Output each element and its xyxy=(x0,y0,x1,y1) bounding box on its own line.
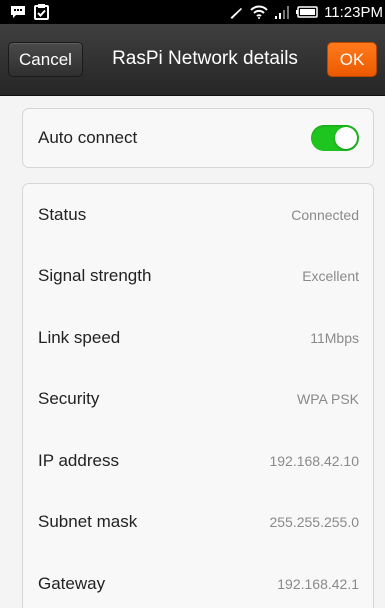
detail-label: IP address xyxy=(38,450,119,470)
chat-bubble-icon xyxy=(10,5,26,19)
action-bar: Cancel RasPi Network details OK xyxy=(0,24,385,96)
detail-label: Gateway xyxy=(38,573,106,593)
battery-icon xyxy=(296,6,318,18)
status-bar-right: 11:23PM xyxy=(228,4,383,21)
ok-button[interactable]: OK xyxy=(327,42,377,77)
detail-row-signal-strength: Signal strength Excellent xyxy=(23,246,373,308)
auto-connect-label: Auto connect xyxy=(38,128,138,147)
toggle-knob xyxy=(335,127,357,149)
auto-connect-toggle[interactable] xyxy=(311,125,359,151)
detail-row-ip-address: IP address 192.168.42.10 xyxy=(23,430,373,492)
detail-value: 192.168.42.10 xyxy=(269,452,359,469)
auto-connect-card: Auto connect xyxy=(22,108,374,168)
detail-value: Connected xyxy=(291,206,359,223)
detail-row-gateway: Gateway 192.168.42.1 xyxy=(23,553,373,608)
cell-signal-icon xyxy=(274,5,290,19)
detail-row-subnet-mask: Subnet mask 255.255.255.0 xyxy=(23,492,373,554)
wifi-icon xyxy=(250,5,268,19)
detail-row-status: Status Connected xyxy=(23,184,373,246)
clipboard-check-icon xyxy=(34,4,49,20)
detail-value: WPA PSK xyxy=(297,391,359,408)
clock-time: 11:23PM xyxy=(324,3,383,21)
detail-row-security: Security WPA PSK xyxy=(23,369,373,431)
detail-value: Excellent xyxy=(302,268,359,285)
cancel-button[interactable]: Cancel xyxy=(8,42,83,77)
auto-connect-row[interactable]: Auto connect xyxy=(23,109,373,167)
status-bar-left xyxy=(10,4,49,20)
detail-label: Status xyxy=(38,204,87,224)
no-signal-icon xyxy=(228,5,244,19)
page-title: RasPi Network details xyxy=(112,48,298,69)
detail-value: 192.168.42.1 xyxy=(277,575,359,592)
detail-label: Link speed xyxy=(38,327,121,347)
status-bar: 11:23PM xyxy=(0,0,385,24)
detail-label: Security xyxy=(38,389,100,409)
detail-value: 255.255.255.0 xyxy=(269,514,359,531)
network-details-card: Status Connected Signal strength Excelle… xyxy=(22,183,374,608)
detail-label: Subnet mask xyxy=(38,512,138,532)
detail-row-link-speed: Link speed 11Mbps xyxy=(23,307,373,369)
detail-label: Signal strength xyxy=(38,266,152,286)
detail-value: 11Mbps xyxy=(310,329,359,346)
